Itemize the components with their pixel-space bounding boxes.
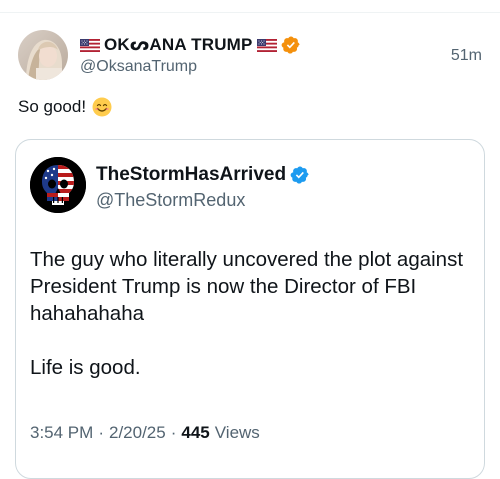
- quoted-author-name-row[interactable]: TheStormHasArrived: [96, 164, 310, 186]
- verified-blue-badge-icon[interactable]: [290, 165, 310, 185]
- author-avatar[interactable]: [18, 30, 68, 80]
- meta-separator: ·: [170, 423, 177, 442]
- quoted-author-avatar[interactable]: [30, 157, 86, 213]
- quoted-post-paragraph: The guy who literally uncovered the plot…: [30, 248, 464, 325]
- quoted-post-date[interactable]: 2/20/25: [109, 423, 166, 443]
- us-flag-icon: [256, 38, 277, 52]
- top-divider: [0, 12, 500, 13]
- author-name-row[interactable]: OKᔕANA TRUMP: [80, 33, 301, 57]
- verified-orange-badge-icon[interactable]: [281, 35, 301, 55]
- quoted-post-time[interactable]: 3:54 PM: [30, 423, 93, 443]
- quoted-post-paragraph: Life is good.: [30, 356, 141, 379]
- author-display-name[interactable]: OKᔕANA TRUMP: [104, 35, 253, 55]
- quoted-post-meta: 3:54 PM · 2/20/25 · 445 Views: [30, 423, 260, 443]
- meta-separator: ·: [98, 423, 104, 442]
- author-handle[interactable]: @OksanaTrump: [80, 58, 197, 76]
- views-count[interactable]: 445: [181, 423, 209, 443]
- post-text-content: So good!: [18, 97, 87, 116]
- us-flag-icon: [80, 38, 100, 52]
- quoted-post-body: The guy who literally uncovered the plot…: [30, 246, 480, 381]
- quoted-author-display-name[interactable]: TheStormHasArrived: [96, 164, 286, 186]
- post-timestamp[interactable]: 51m: [451, 47, 482, 65]
- smiling-face-icon: [92, 97, 112, 117]
- views-label[interactable]: Views: [215, 423, 260, 443]
- quoted-post-card[interactable]: TheStormHasArrived @TheStormRedux The gu…: [15, 139, 485, 479]
- post-text: So good!: [18, 97, 112, 117]
- quoted-author-handle[interactable]: @TheStormRedux: [96, 190, 245, 211]
